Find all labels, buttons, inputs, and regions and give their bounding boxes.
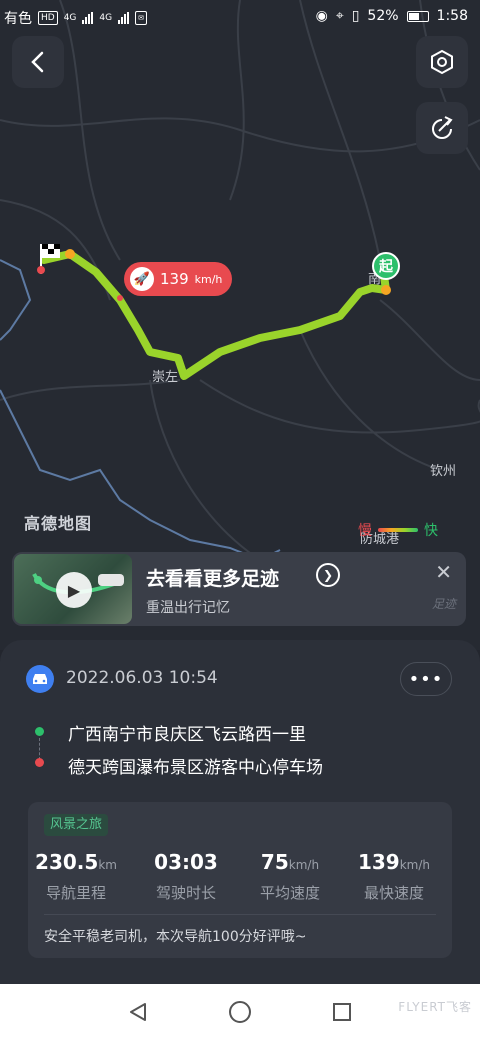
watermark: FLYERT飞客	[398, 1000, 472, 1014]
battery-icon	[406, 10, 429, 22]
circle-home-icon	[229, 1001, 251, 1023]
stat-label: 平均速度	[259, 884, 320, 902]
amap-logo: 高德地图	[24, 514, 93, 533]
trip-comment: 安全平稳老司机，本次导航100分好评哦~	[44, 929, 307, 945]
stat-unit: km	[98, 858, 117, 872]
stat-value: 75	[260, 850, 289, 874]
start-dot	[35, 727, 44, 736]
hd-badge: HD	[38, 11, 58, 25]
location-icon: ⌖	[335, 8, 344, 24]
clock: 1:58	[436, 8, 468, 24]
back-button[interactable]	[12, 36, 64, 88]
trip-tag: 风景之旅	[44, 814, 109, 836]
legend-fast: 快	[424, 523, 438, 539]
stat-avg-speed: 75km/h 平均速度	[242, 850, 338, 903]
promo-title: 去看看更多足迹	[146, 568, 280, 590]
stat-value: 139	[357, 850, 400, 874]
max-speed-value: 139	[160, 270, 189, 288]
chevron-left-icon	[31, 51, 44, 73]
battery-percent: 52%	[367, 8, 399, 24]
stat-value: 230.5	[35, 850, 99, 874]
max-speed-unit: km/h	[194, 272, 223, 286]
nav-back-button[interactable]	[124, 998, 152, 1026]
nav-home-button[interactable]	[226, 998, 254, 1026]
sms-icon: ✉	[135, 11, 147, 25]
status-bar: 有色 HD 4G 4G ✉ ◉ ⌖ ▯ 52% 1:58	[0, 0, 480, 34]
stat-label: 导航里程	[45, 884, 106, 902]
place-chongzuo: 崇左	[152, 370, 179, 385]
start-marker: 起	[372, 252, 400, 280]
trip-datetime: 2022.06.03 10:54	[66, 668, 218, 688]
legend-gradient	[378, 528, 418, 532]
speed-legend: 慢 快	[358, 520, 438, 540]
more-button[interactable]: •••	[400, 662, 452, 696]
footprint-brand: 足迹	[431, 597, 456, 611]
place-qinzhou: 钦州	[430, 464, 457, 479]
play-icon: ▶	[56, 572, 92, 608]
car-icon	[26, 665, 54, 693]
trip-stats-panel: 风景之旅 230.5km 导航里程 03:03 驾驶时长 75km/h 平均速度…	[28, 802, 452, 958]
signal2-icon	[118, 12, 130, 24]
settings-button[interactable]	[416, 36, 468, 88]
triangle-back-icon	[130, 1003, 146, 1021]
footprint-promo-banner[interactable]: ▶ 去看看更多足迹 ❯ 重温出行记忆 ✕ 足迹	[12, 552, 466, 626]
eye-icon: ◉	[315, 8, 328, 24]
stat-unit: km/h	[288, 858, 320, 872]
end-address: 德天跨国瀑布景区游客中心停车场	[68, 758, 323, 778]
close-icon[interactable]: ✕	[435, 560, 452, 584]
stat-unit: km/h	[399, 858, 431, 872]
promo-thumbnail: ▶	[14, 554, 132, 624]
status-left-text: 有色	[4, 11, 32, 27]
end-dot	[35, 758, 44, 767]
divider	[44, 914, 436, 915]
system-nav-bar: FLYERT飞客	[0, 984, 480, 1040]
net2-label: 4G	[99, 13, 113, 23]
signal-icon	[82, 12, 94, 24]
nav-recents-button[interactable]	[328, 998, 356, 1026]
stat-label: 驾驶时长	[155, 884, 216, 902]
rocket-icon: 🚀	[130, 267, 154, 291]
start-address: 广西南宁市良庆区飞云路西一里	[68, 725, 306, 745]
legend-slow: 慢	[358, 523, 372, 539]
stat-distance: 230.5km 导航里程	[28, 850, 124, 903]
trip-summary-card: 2022.06.03 10:54 ••• 广西南宁市良庆区飞云路西一里 德天跨国…	[0, 640, 480, 984]
max-speed-marker[interactable]: 🚀 139 km/h	[124, 262, 233, 296]
stat-max-speed: 139km/h 最快速度	[346, 850, 442, 903]
stat-value: 03:03	[154, 850, 218, 874]
vibrate-icon: ▯	[351, 8, 360, 24]
promo-subtitle: 重温出行记忆	[146, 600, 230, 616]
stat-label: 最快速度	[363, 884, 424, 902]
share-icon	[432, 116, 453, 139]
share-button[interactable]	[416, 102, 468, 154]
route-connector	[39, 738, 40, 760]
net1-label: 4G	[63, 13, 77, 23]
hexagon-settings-icon	[431, 49, 453, 75]
arrow-right-circle-icon: ❯	[316, 563, 340, 587]
stat-duration: 03:03 驾驶时长	[138, 850, 234, 903]
square-recents-icon	[333, 1003, 351, 1021]
